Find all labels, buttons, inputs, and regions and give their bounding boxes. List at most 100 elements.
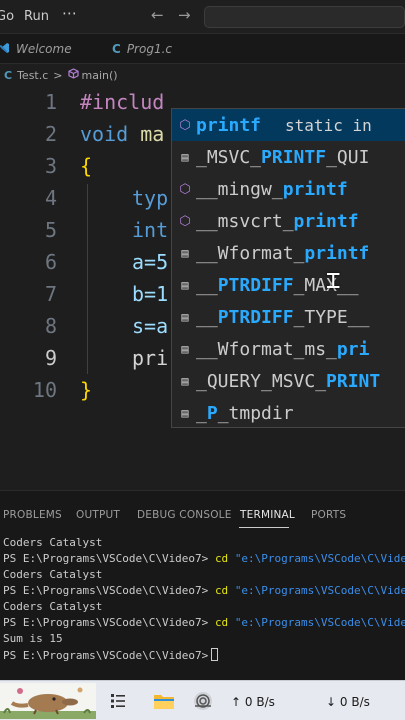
- suggestion-detail: static in: [285, 115, 372, 135]
- vscode-icon: [0, 42, 10, 57]
- code-line-assign-a: a=5: [132, 250, 169, 274]
- suggestion-label: _P_tmpdir: [196, 402, 294, 424]
- menu-bar: Go Run ⋯ ← →: [0, 0, 405, 34]
- line-number: 5: [44, 218, 57, 242]
- c-file-icon: C: [112, 42, 121, 56]
- tab-ports[interactable]: PORTS: [311, 509, 346, 521]
- tab-label: Prog1.c: [126, 42, 172, 56]
- back-arrow-icon[interactable]: ←: [151, 6, 164, 24]
- code-line-close-brace: }: [80, 378, 93, 402]
- autocomplete-suggest-widget[interactable]: ⬡ printf static in ▤ _MSVC_PRINTF_QUI ⬡ …: [171, 108, 405, 428]
- code-editor[interactable]: 1 2 3 4 5 6 7 8 9 10 #includ void ma { t…: [0, 86, 405, 490]
- suggestion-label: __Wformat_printf: [196, 242, 370, 264]
- tab-terminal[interactable]: TERMINAL: [240, 509, 295, 521]
- suggestion-label: _MSVC_PRINTF_QUI: [196, 146, 370, 168]
- code-line-include: #includ: [80, 90, 165, 114]
- platypus-artwork-image: [0, 683, 96, 719]
- suggestion-item[interactable]: ⬡ __mingw_printf: [172, 173, 405, 205]
- code-token-void: void: [80, 122, 129, 146]
- terminal-line: PS E:\Programs\VSCode\C\Video7>: [3, 648, 219, 662]
- bottom-panel: PROBLEMS OUTPUT DEBUG CONSOLE TERMINAL P…: [0, 490, 405, 680]
- suggestion-item[interactable]: ▤ _P_tmpdir: [172, 397, 405, 427]
- code-line-assign-b: b=1: [132, 282, 169, 306]
- suggestion-label: __PTRDIFF_TYPE__: [196, 306, 370, 328]
- suggestion-item-selected[interactable]: ⬡ printf static in: [172, 109, 405, 141]
- constant-icon: ▤: [181, 246, 189, 260]
- terminal-cursor: [211, 648, 219, 661]
- net-download-speed: ↓ 0 B/s: [326, 695, 370, 709]
- menu-go[interactable]: Go: [0, 9, 14, 24]
- code-line-typedef: typ: [132, 186, 169, 210]
- line-number: 2: [44, 122, 57, 146]
- method-icon: ⬡: [179, 213, 191, 229]
- tab-debug-console[interactable]: DEBUG CONSOLE: [137, 509, 232, 521]
- task-view-icon[interactable]: [106, 689, 130, 713]
- indent-guide: [87, 184, 88, 374]
- tab-label: Welcome: [16, 42, 72, 56]
- file-explorer-icon[interactable]: [152, 689, 176, 713]
- constant-icon: ▤: [181, 310, 189, 324]
- terminal-line: PS E:\Programs\VSCode\C\Video7> cd "e:\P…: [3, 616, 405, 629]
- code-line-assign-s: s=a: [132, 314, 169, 338]
- suggestion-label: __mingw_printf: [196, 178, 348, 200]
- line-number-active: 9: [44, 346, 57, 370]
- suggestion-item[interactable]: ▤ _MSVC_PRINTF_QUI: [172, 141, 405, 173]
- suggestion-item[interactable]: ⬡ __msvcrt_printf: [172, 205, 405, 237]
- terminal-line: Sum is 15: [3, 632, 63, 645]
- suggestion-label: printf: [196, 114, 262, 136]
- tab-prog1[interactable]: C Prog1.c: [112, 34, 222, 64]
- breadcrumb: C Test.c > main(): [0, 64, 405, 86]
- code-token-main: ma: [140, 122, 165, 146]
- constant-icon: ▤: [181, 278, 189, 292]
- terminal-line: PS E:\Programs\VSCode\C\Video7> cd "e:\P…: [3, 584, 405, 597]
- breadcrumb-symbol[interactable]: main(): [82, 69, 118, 82]
- constant-icon: ▤: [181, 342, 189, 356]
- mouse-ibeam-icon: ⌶: [326, 266, 341, 294]
- arrow-up-icon: ↑: [231, 695, 242, 709]
- command-center-search[interactable]: [204, 6, 405, 28]
- suggestion-label: __msvcrt_printf: [196, 210, 359, 232]
- tab-welcome[interactable]: Welcome: [0, 34, 98, 64]
- more-menu-icon[interactable]: ⋯: [62, 4, 78, 22]
- suggestion-item[interactable]: ▤ _QUERY_MSVC_PRINT: [172, 365, 405, 397]
- method-icon: ⬡: [179, 181, 191, 197]
- constant-icon: ▤: [181, 374, 189, 388]
- line-number: 6: [44, 250, 57, 274]
- taskbar: ↑ 0 B/s ↓ 0 B/s: [0, 680, 405, 720]
- suggestion-item[interactable]: ▤ __PTRDIFF_MAX__: [172, 269, 405, 301]
- code-line-main-decl: void ma: [80, 122, 164, 146]
- code-line-open-brace: {: [80, 154, 93, 178]
- terminal-line: Coders Catalyst: [3, 600, 103, 613]
- breadcrumb-file[interactable]: Test.c: [17, 69, 48, 82]
- method-icon: ⬡: [179, 117, 191, 133]
- forward-arrow-icon[interactable]: →: [178, 6, 191, 24]
- snail-app-icon[interactable]: [191, 689, 215, 713]
- breadcrumb-separator: >: [53, 68, 63, 82]
- suggestion-item[interactable]: ▤ __Wformat_ms_pri: [172, 333, 405, 365]
- tab-output[interactable]: OUTPUT: [76, 509, 120, 521]
- suggestion-label: __Wformat_ms_pri: [196, 338, 370, 360]
- terminal-line: Coders Catalyst: [3, 536, 103, 549]
- terminal-line: PS E:\Programs\VSCode\C\Video7> cd "e:\P…: [3, 552, 405, 565]
- code-line-typing: pri: [132, 346, 169, 370]
- suggestion-item[interactable]: ▤ __PTRDIFF_TYPE__: [172, 301, 405, 333]
- terminal-line: Coders Catalyst: [3, 568, 103, 581]
- suggestion-label: _QUERY_MSVC_PRINT: [196, 370, 381, 392]
- net-upload-speed: ↑ 0 B/s: [231, 695, 275, 709]
- editor-tab-bar: Welcome C Prog1.c: [0, 34, 405, 64]
- constant-icon: ▤: [181, 406, 189, 420]
- line-number: 1: [44, 90, 57, 114]
- constant-icon: ▤: [181, 150, 189, 164]
- line-number: 8: [44, 314, 57, 338]
- line-number: 4: [44, 186, 57, 210]
- function-symbol-icon: [67, 68, 79, 82]
- code-line-int: int: [132, 218, 169, 242]
- arrow-down-icon: ↓: [326, 695, 337, 709]
- tab-problems[interactable]: PROBLEMS: [3, 509, 62, 521]
- menu-run[interactable]: Run: [24, 9, 49, 24]
- line-number: 3: [44, 154, 57, 178]
- active-tab-indicator: [239, 527, 289, 528]
- suggestion-item[interactable]: ▤ __Wformat_printf: [172, 237, 405, 269]
- line-number: 7: [44, 282, 57, 306]
- line-number: 10: [32, 378, 57, 402]
